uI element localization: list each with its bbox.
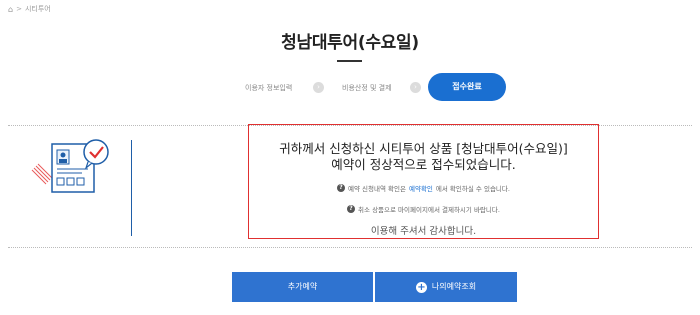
step-payment: 비용산정 및 결제 <box>342 84 392 92</box>
plus-icon: + <box>415 281 427 293</box>
add-reservation-label: 추가예약 <box>287 282 318 291</box>
breadcrumb: ⌂ > 시티투어 <box>8 4 51 14</box>
info2-text: 취소 상품으로 마이페이지에서 결제하시기 바랍니다. <box>358 206 500 214</box>
reservation-check-link[interactable]: 예약확인 <box>409 183 433 193</box>
question-icon: ? <box>337 184 346 192</box>
question-icon: ? <box>347 205 356 213</box>
breadcrumb-current[interactable]: 시티투어 <box>25 4 51 14</box>
page-title: 청남대투어(수요일) <box>281 33 419 53</box>
my-reservation-label: 나의예약조회 <box>431 282 477 291</box>
divider <box>8 247 692 248</box>
breadcrumb-separator: > <box>16 5 22 13</box>
step-arrow-icon: › <box>410 82 421 93</box>
info-reservation-check: ? 예약 신청내역 확인은 예약확인 에서 확인하실 수 있습니다. <box>249 183 598 193</box>
step-user-info: 이용자 정보입력 <box>245 84 293 92</box>
title-underline <box>337 60 362 62</box>
progress-steps: 이용자 정보입력 › 비용산정 및 결제 › 접수완료 <box>0 73 700 103</box>
reservation-complete-illustration <box>30 138 120 208</box>
completion-message-box: 귀하께서 신청하신 시티투어 상품 [청남대투어(수요일)] 예약이 정상적으로… <box>248 124 599 239</box>
thanks-message: 이용해 주셔서 감사합니다. <box>370 226 477 237</box>
info-payment-notice: ? 취소 상품으로 마이페이지에서 결제하시기 바랍니다. <box>249 204 598 214</box>
step-complete: 접수완료 <box>428 73 506 101</box>
info1-post: 에서 확인하실 수 있습니다. <box>435 185 510 193</box>
completion-message: 귀하께서 신청하신 시티투어 상품 [청남대투어(수요일)] 예약이 정상적으로… <box>249 141 598 173</box>
completion-message-line2: 예약이 정상적으로 접수되었습니다. <box>331 157 516 172</box>
home-icon[interactable]: ⌂ <box>8 5 13 14</box>
my-reservation-button[interactable]: + 나의예약조회 <box>375 272 517 302</box>
step-arrow-icon: › <box>313 82 324 93</box>
info1-pre: 예약 신청내역 확인은 <box>348 185 406 193</box>
vertical-divider <box>131 140 132 236</box>
completion-message-line1: 귀하께서 신청하신 시티투어 상품 [청남대투어(수요일)] <box>279 141 568 156</box>
add-reservation-button[interactable]: 추가예약 <box>232 272 373 302</box>
